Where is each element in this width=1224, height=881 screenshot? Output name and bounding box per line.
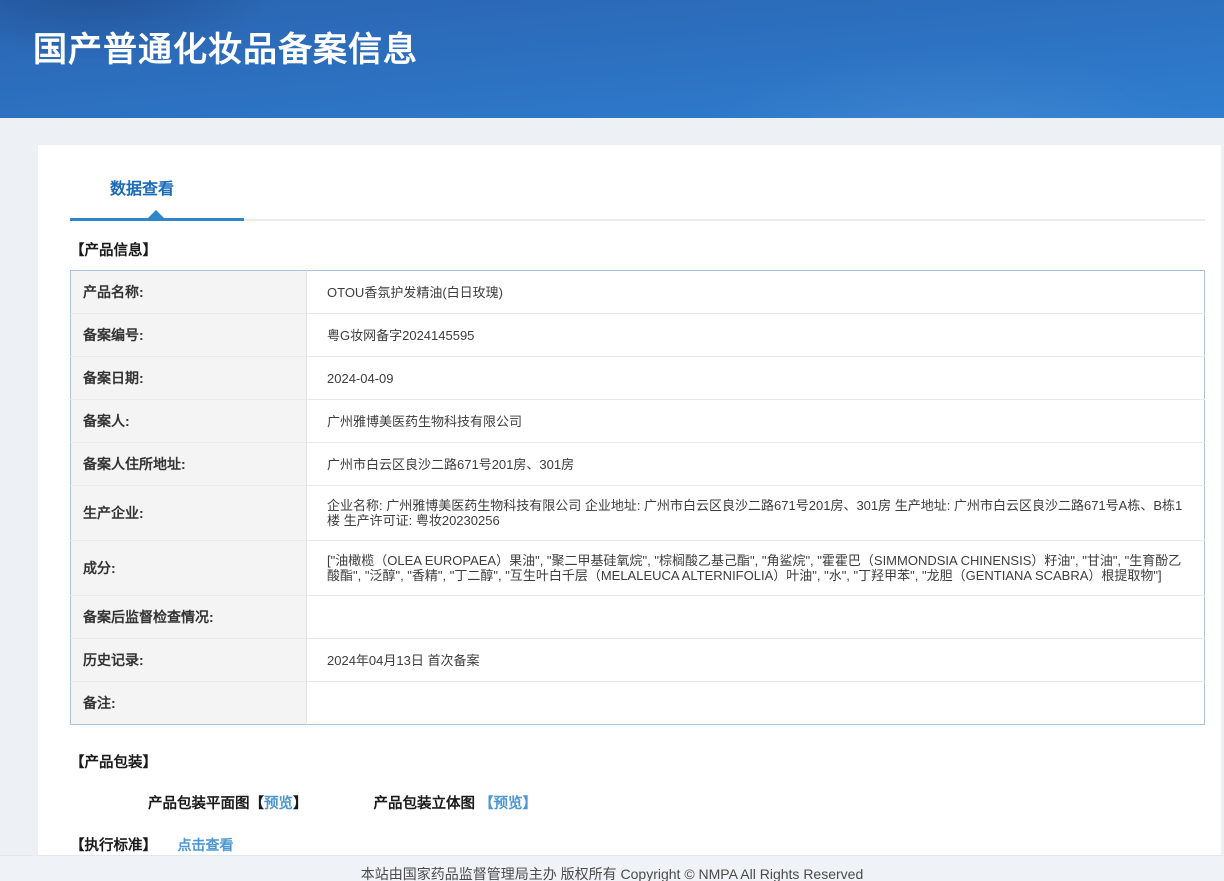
row-value [307, 682, 1205, 725]
row-label: 产品名称: [71, 271, 307, 314]
row-value: 2024-04-09 [307, 357, 1205, 400]
row-value: ["油橄榄（OLEA EUROPAEA）果油", "聚二甲基硅氧烷", "棕榈酸… [307, 541, 1205, 596]
row-value: 粤G妆网备字2024145595 [307, 314, 1205, 357]
packaging-flat-label: 产品包装平面图 [148, 796, 250, 812]
row-label: 备案编号: [71, 314, 307, 357]
table-row: 备注: [71, 682, 1205, 725]
row-value: OTOU香氛护发精油(白日玫瑰) [307, 271, 1205, 314]
table-row: 备案后监督检查情况: [71, 596, 1205, 639]
tab-bar: 数据查看 [70, 173, 1205, 221]
row-label: 生产企业: [71, 486, 307, 541]
row-label: 备案后监督检查情况: [71, 596, 307, 639]
packaging-stereo-label: 产品包装立体图 [374, 796, 480, 812]
table-row: 生产企业:企业名称: 广州雅博美医药生物科技有限公司 企业地址: 广州市白云区良… [71, 486, 1205, 541]
packaging-heading: 【产品包装】 [70, 751, 1205, 772]
table-row: 备案人:广州雅博美医药生物科技有限公司 [71, 400, 1205, 443]
tab-active-underline [70, 218, 244, 221]
product-info-heading: 【产品信息】 [70, 239, 1205, 260]
table-row: 成分:["油橄榄（OLEA EUROPAEA）果油", "聚二甲基硅氧烷", "… [71, 541, 1205, 596]
row-label: 备注: [71, 682, 307, 725]
row-label: 备案人住所地址: [71, 443, 307, 486]
packaging-flat-bracket-close: 】 [293, 796, 308, 812]
row-value: 广州雅博美医药生物科技有限公司 [307, 400, 1205, 443]
row-label: 历史记录: [71, 639, 307, 682]
table-row: 备案日期:2024-04-09 [71, 357, 1205, 400]
page: 国产普通化妆品备案信息 数据查看 【产品信息】 产品名称:OTOU香氛护发精油(… [0, 0, 1224, 881]
row-label: 备案日期: [71, 357, 307, 400]
standard-row: 【执行标准】 点击查看 [70, 834, 1205, 855]
standard-view-link[interactable]: 点击查看 [177, 837, 233, 853]
row-label: 成分: [71, 541, 307, 596]
table-row: 备案编号:粤G妆网备字2024145595 [71, 314, 1205, 357]
tab-active-caret-icon [148, 210, 164, 218]
packaging-flat-item: 产品包装平面图【预览】 [148, 792, 308, 813]
table-row: 历史记录:2024年04月13日 首次备案 [71, 639, 1205, 682]
page-header-banner: 国产普通化妆品备案信息 [0, 0, 1224, 118]
row-label: 备案人: [71, 400, 307, 443]
table-row: 产品名称:OTOU香氛护发精油(白日玫瑰) [71, 271, 1205, 314]
product-info-table: 产品名称:OTOU香氛护发精油(白日玫瑰)备案编号:粤G妆网备字20241455… [70, 270, 1205, 725]
page-footer: 本站由国家药品监督管理局主办 版权所有 Copyright © NMPA All… [0, 855, 1224, 881]
product-info-table-body: 产品名称:OTOU香氛护发精油(白日玫瑰)备案编号:粤G妆网备字20241455… [71, 271, 1205, 725]
packaging-flat-bracket-open: 【 [250, 796, 265, 812]
packaging-row: 产品包装平面图【预览】 产品包装立体图 【预览】 [148, 792, 1205, 813]
standard-heading: 【执行标准】 [70, 834, 157, 855]
main-card: 数据查看 【产品信息】 产品名称:OTOU香氛护发精油(白日玫瑰)备案编号:粤G… [38, 145, 1221, 858]
row-value: 2024年04月13日 首次备案 [307, 639, 1205, 682]
tab-data-view[interactable]: 数据查看 [110, 173, 174, 199]
row-value: 广州市白云区良沙二路671号201房、301房 [307, 443, 1205, 486]
copyright-text: 本站由国家药品监督管理局主办 版权所有 Copyright © NMPA All… [361, 866, 863, 881]
packaging-stereo-item: 产品包装立体图 【预览】 [374, 792, 538, 813]
packaging-stereo-preview-link[interactable]: 【预览】 [479, 796, 537, 812]
packaging-flat-preview-link[interactable]: 预览 [264, 796, 293, 812]
table-row: 备案人住所地址:广州市白云区良沙二路671号201房、301房 [71, 443, 1205, 486]
row-value: 企业名称: 广州雅博美医药生物科技有限公司 企业地址: 广州市白云区良沙二路67… [307, 486, 1205, 541]
page-title: 国产普通化妆品备案信息 [0, 0, 1224, 71]
row-value [307, 596, 1205, 639]
